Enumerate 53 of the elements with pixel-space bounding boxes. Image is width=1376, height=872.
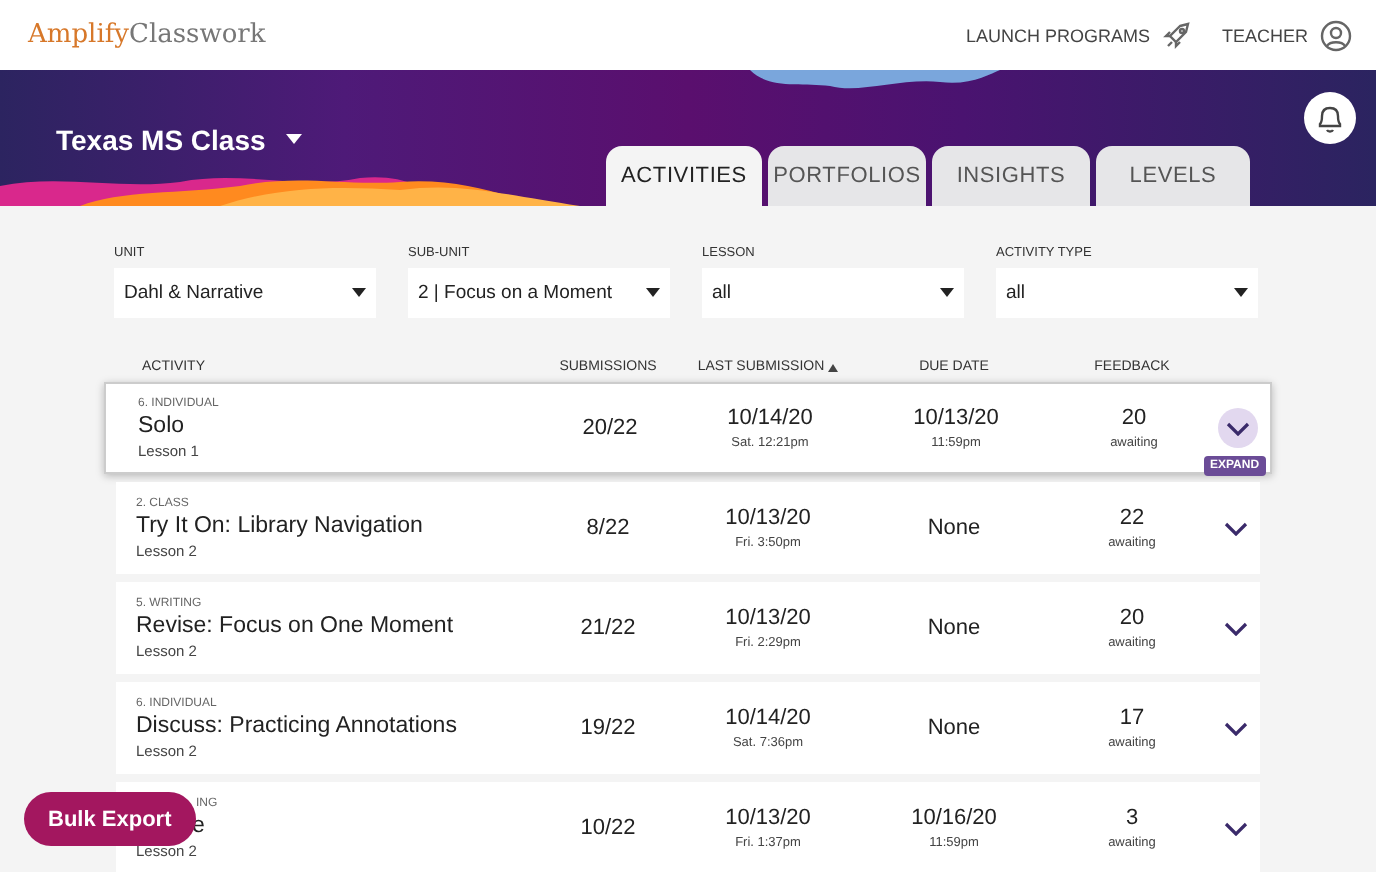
- due-date: None: [927, 516, 981, 540]
- submissions-count: 21/22: [580, 616, 636, 640]
- last-submission-date: 10/13/20: [725, 806, 811, 830]
- chevron-down-icon: [1224, 821, 1248, 835]
- feedback-count: 22: [1119, 506, 1145, 530]
- activity-title: Try It On: Library Navigation: [136, 513, 423, 537]
- tab[interactable]: INSIGHTS: [932, 146, 1090, 206]
- filter-dropdown[interactable]: all: [996, 268, 1258, 318]
- submissions-count: 10/22: [580, 816, 636, 840]
- bell-icon: [1316, 103, 1344, 133]
- feedback-count: 20: [1119, 606, 1145, 630]
- teacher-account-button[interactable]: TEACHER: [1221, 19, 1352, 51]
- activity-title: Solo: [138, 413, 185, 437]
- activity-title: Discuss: Practicing Annotations: [136, 713, 457, 737]
- tab[interactable]: ACTIVITIES: [606, 146, 762, 206]
- submissions-count: 8/22: [586, 516, 630, 540]
- due-date: 10/16/20: [911, 806, 997, 830]
- due-date: 10/13/20: [913, 406, 999, 430]
- user-icon: [1320, 19, 1352, 51]
- chevron-down-icon: [1224, 721, 1248, 735]
- caret-icon: [352, 288, 366, 298]
- chevron-down-icon: [1224, 621, 1248, 635]
- filter-dropdown[interactable]: all: [702, 268, 964, 318]
- last-submission-date: 10/14/20: [727, 406, 813, 430]
- amplify-classwork-logo[interactable]: AmplifyClasswork: [28, 20, 266, 50]
- activity-title: Revise: Focus on One Moment: [136, 613, 454, 637]
- bulk-export-button[interactable]: Bulk Export: [24, 792, 196, 846]
- caret-icon: [285, 134, 302, 146]
- submissions-count: 20/22: [582, 416, 638, 440]
- expand-button[interactable]: [1218, 408, 1258, 448]
- feedback-count: 20: [1121, 406, 1147, 430]
- chevron-down-icon: [1224, 521, 1248, 535]
- filter-dropdown[interactable]: 2 | Focus on a Moment: [408, 268, 670, 318]
- rocket-icon: [1161, 19, 1194, 51]
- filter-dropdown[interactable]: Dahl & Narrative: [114, 268, 376, 318]
- caret-icon: [1234, 288, 1248, 298]
- sort-icon: [828, 363, 839, 371]
- chevron-down-icon: [1226, 421, 1250, 435]
- submissions-count: 19/22: [580, 716, 636, 740]
- feedback-count: 3: [1125, 806, 1139, 830]
- last-submission-date: 10/13/20: [725, 506, 811, 530]
- notifications-button[interactable]: [1304, 92, 1356, 144]
- caret-icon: [646, 288, 660, 298]
- feedback-count: 17: [1119, 706, 1145, 730]
- launch-programs-button[interactable]: LAUNCH PROGRAMS: [965, 19, 1194, 51]
- tab[interactable]: PORTFOLIOS: [768, 146, 926, 206]
- class-selector[interactable]: Texas MS Class: [56, 124, 302, 156]
- due-date: None: [927, 716, 981, 740]
- last-submission-date: 10/13/20: [725, 606, 811, 630]
- tab[interactable]: LEVELS: [1096, 146, 1250, 206]
- caret-icon: [940, 288, 954, 298]
- last-submission-date: 10/14/20: [725, 706, 811, 730]
- due-date: None: [927, 616, 981, 640]
